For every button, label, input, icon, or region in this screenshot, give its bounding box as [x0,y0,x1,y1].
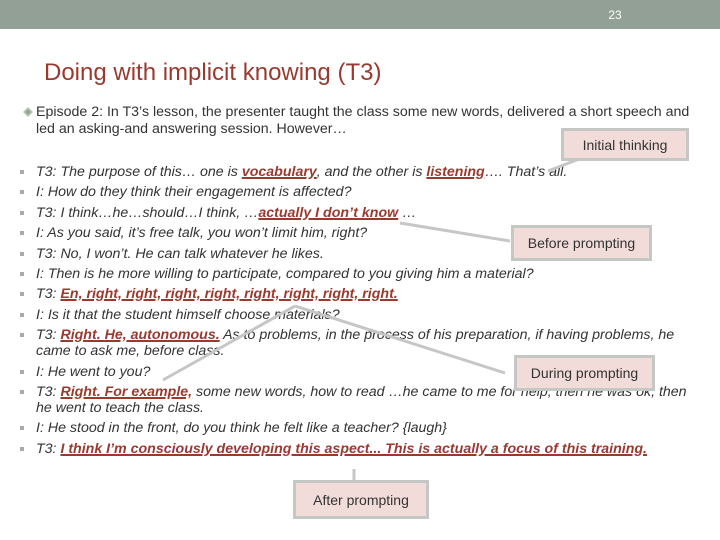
highlighted-quote: vocabulary [241,164,317,180]
highlighted-quote: Right. For example, [60,383,193,400]
dialogue-line: I: How do they think their engagement is… [20,184,700,200]
dialogue-text: T3: [36,440,61,457]
dialogue-text: I: Then is he more willing to participat… [36,265,534,282]
square-bullet-icon [20,389,24,394]
square-bullet-icon [20,251,24,256]
dialogue-text: T3: [36,383,61,400]
dialogue-text: I: As you said, it’s free talk, you won’… [36,225,368,242]
square-bullet-icon [20,190,24,195]
square-bullet-icon [20,170,24,174]
dialogue-text: T3: [36,286,61,303]
highlighted-quote: En, right, right, right, right, right, r… [60,286,398,303]
square-bullet-icon [20,333,24,338]
dialogue-text: , and the other is [316,164,427,180]
highlighted-quote: actually I don’t know [258,204,399,221]
slide-title: Doing with implicit knowing (T3) [44,59,382,86]
square-bullet-icon [20,210,24,215]
highlighted-quote: I think I’m consciously developing this … [60,440,647,457]
slide-number: 23 [608,8,622,22]
dialogue-line: I: He stood in the front, do you think h… [20,420,700,436]
square-bullet-icon [20,369,24,374]
dialogue-text: T3: I think…he…should…I think, … [36,204,259,221]
dialogue-text: I: How do they think their engagement is… [36,184,352,201]
callout-after-prompting: After prompting [293,480,429,519]
highlighted-quote: listening [426,164,485,180]
highlighted-quote: Right. He, autonomous. [60,327,220,344]
header-bar: 23 [0,0,720,29]
square-bullet-icon [20,271,24,276]
dialogue-line: T3: I think I’m consciously developing t… [20,441,700,457]
diamond-bullet-icon [23,107,33,117]
square-bullet-icon [20,426,24,431]
dialogue-text: I: He stood in the front, do you think h… [36,420,447,437]
square-bullet-icon [20,312,24,317]
dialogue-text: I: He went to you? [36,363,151,380]
dialogue-text: I: Is it that the student himself choose… [36,306,340,323]
dialogue-text: …. That’s all. [484,164,568,180]
dialogue-line: T3: En, right, right, right, right, righ… [20,286,700,302]
dialogue-text: T3: No, I won’t. He can talk whatever he… [36,245,324,262]
square-bullet-icon [20,446,24,451]
dialogue-line: T3: I think…he…should…I think, …actually… [20,205,700,221]
dialogue-text: T3: [36,327,61,344]
callout-during-prompting: During prompting [514,355,655,391]
dialogue-text: T3: The purpose of this… one is [36,164,242,180]
callout-before-prompting: Before prompting [511,225,652,261]
square-bullet-icon [20,292,24,297]
square-bullet-icon [20,231,24,236]
dialogue-list: T3: The purpose of this… one is vocabula… [20,164,700,461]
dialogue-line: T3: The purpose of this… one is vocabula… [20,164,700,180]
dialogue-text: … [398,204,417,221]
dialogue-line: I: Then is he more willing to participat… [20,266,700,282]
callout-initial-thinking: Initial thinking [561,128,689,161]
dialogue-line: I: Is it that the student himself choose… [20,307,700,323]
